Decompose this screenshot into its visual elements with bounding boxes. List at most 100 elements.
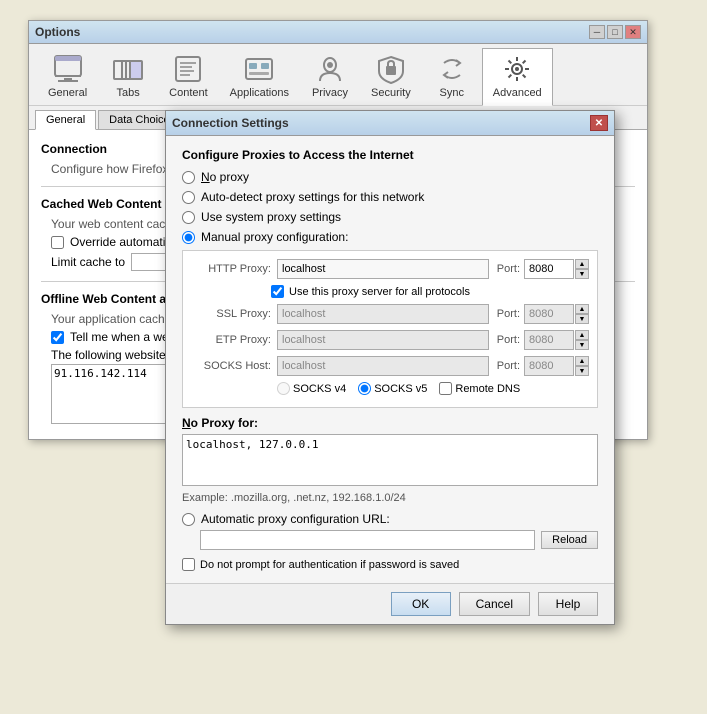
toolbar-advanced[interactable]: Advanced — [482, 48, 553, 106]
ssl-port-up: ▲ — [575, 304, 589, 314]
http-port-label: Port: — [497, 263, 520, 275]
close-button[interactable]: ✕ — [625, 25, 641, 39]
no-proxy-row: No proxy — [182, 170, 598, 184]
reload-button[interactable]: Reload — [541, 531, 598, 549]
socks-v5-radio — [358, 382, 371, 395]
example-text: Example: .mozilla.org, .net.nz, 192.168.… — [182, 492, 598, 504]
ftp-proxy-input — [277, 330, 489, 350]
http-proxy-label: HTTP Proxy: — [191, 263, 271, 275]
dialog-close-button[interactable]: ✕ — [590, 115, 608, 131]
http-port-input[interactable] — [524, 259, 574, 279]
socks-v5-label[interactable]: SOCKS v5 — [358, 382, 427, 395]
remote-dns-label[interactable]: Remote DNS — [439, 382, 520, 395]
options-toolbar: General Tabs — [29, 44, 647, 106]
ssl-port-label: Port: — [497, 308, 520, 320]
auto-proxy-row: Automatic proxy configuration URL: — [182, 512, 598, 526]
toolbar-security-label: Security — [371, 87, 411, 99]
dialog-title: Connection Settings — [172, 116, 289, 130]
toolbar-sync[interactable]: Sync — [422, 48, 482, 105]
system-proxy-radio[interactable] — [182, 211, 195, 224]
ssl-proxy-input — [277, 304, 489, 324]
ssl-proxy-row: SSL Proxy: Port: ▲ ▼ — [191, 304, 589, 324]
auto-proxy-label[interactable]: Automatic proxy configuration URL: — [201, 512, 390, 526]
ftp-proxy-row: ETP Proxy: Port: ▲ ▼ — [191, 330, 589, 350]
toolbar-content-label: Content — [169, 87, 208, 99]
dialog-titlebar: Connection Settings ✕ — [166, 111, 614, 136]
tabs-icon — [112, 53, 144, 85]
general-icon — [52, 53, 84, 85]
auto-detect-row: Auto-detect proxy settings for this netw… — [182, 190, 598, 204]
connection-settings-dialog: Connection Settings ✕ Configure Proxies … — [165, 110, 615, 625]
no-proxy-section: No Proxy for: localhost, 127.0.0.1 Examp… — [182, 416, 598, 504]
http-proxy-input[interactable] — [277, 259, 489, 279]
dialog-footer: OK Cancel Help — [166, 583, 614, 624]
toolbar-general[interactable]: General — [37, 48, 98, 105]
manual-proxy-section: HTTP Proxy: Port: ▲ ▼ Use this proxy ser… — [182, 250, 598, 408]
toolbar-advanced-label: Advanced — [493, 87, 542, 99]
security-icon — [375, 53, 407, 85]
options-titlebar: Options ─ □ ✕ — [29, 21, 647, 44]
override-checkbox[interactable] — [51, 236, 64, 249]
auto-detect-radio[interactable] — [182, 191, 195, 204]
socks-v4-radio — [277, 382, 290, 395]
manual-proxy-radio[interactable] — [182, 231, 195, 244]
ftp-proxy-label: ETP Proxy: — [191, 334, 271, 346]
toolbar-privacy-label: Privacy — [312, 87, 348, 99]
toolbar-tabs-label: Tabs — [117, 87, 140, 99]
no-proxy-textarea[interactable]: localhost, 127.0.0.1 — [182, 434, 598, 486]
ssl-port-down: ▼ — [575, 314, 589, 324]
ftp-port-input — [524, 330, 574, 350]
tab-general[interactable]: General — [35, 110, 96, 130]
use-for-all-row: Use this proxy server for all protocols — [271, 285, 589, 298]
cancel-button[interactable]: Cancel — [459, 592, 530, 616]
content-icon — [172, 53, 204, 85]
toolbar-applications[interactable]: Applications — [219, 48, 300, 105]
socks-port-spinner: ▲ ▼ — [575, 356, 589, 376]
ftp-port-spinner: ▲ ▼ — [575, 330, 589, 350]
socks-host-input — [277, 356, 489, 376]
toolbar-content[interactable]: Content — [158, 48, 219, 105]
ftp-port-up: ▲ — [575, 330, 589, 340]
minimize-button[interactable]: ─ — [589, 25, 605, 39]
options-title: Options — [35, 25, 80, 39]
ftp-port-label: Port: — [497, 334, 520, 346]
sync-icon — [436, 53, 468, 85]
socks-host-label: SOCKS Host: — [191, 360, 271, 372]
help-button[interactable]: Help — [538, 592, 598, 616]
socks-port-input — [524, 356, 574, 376]
http-proxy-row: HTTP Proxy: Port: ▲ ▼ — [191, 259, 589, 279]
titlebar-controls: ─ □ ✕ — [589, 25, 641, 39]
manual-proxy-label[interactable]: Manual proxy configuration: — [201, 230, 348, 244]
system-proxy-label[interactable]: Use system proxy settings — [201, 210, 341, 224]
manual-proxy-row: Manual proxy configuration: — [182, 230, 598, 244]
http-port-spinner[interactable]: ▲ ▼ — [575, 259, 589, 279]
maximize-button[interactable]: □ — [607, 25, 623, 39]
ssl-port-input — [524, 304, 574, 324]
no-proxy-label[interactable]: No proxy — [201, 170, 249, 184]
no-proxy-radio[interactable] — [182, 171, 195, 184]
auto-detect-label[interactable]: Auto-detect proxy settings for this netw… — [201, 190, 424, 204]
use-for-all-label[interactable]: Use this proxy server for all protocols — [289, 286, 470, 298]
dialog-body: Configure Proxies to Access the Internet… — [166, 136, 614, 583]
use-for-all-checkbox[interactable] — [271, 285, 284, 298]
auth-label[interactable]: Do not prompt for authentication if pass… — [200, 559, 459, 571]
toolbar-security[interactable]: Security — [360, 48, 422, 105]
remote-dns-checkbox — [439, 382, 452, 395]
auto-proxy-radio[interactable] — [182, 513, 195, 526]
socks-v4-label[interactable]: SOCKS v4 — [277, 382, 346, 395]
toolbar-privacy[interactable]: Privacy — [300, 48, 360, 105]
http-port-down[interactable]: ▼ — [575, 269, 589, 279]
auto-proxy-url-input[interactable] — [200, 530, 535, 550]
advanced-icon — [501, 53, 533, 85]
limit-cache-label: Limit cache to — [51, 255, 125, 269]
system-proxy-row: Use system proxy settings — [182, 210, 598, 224]
toolbar-general-label: General — [48, 87, 87, 99]
socks-port-up: ▲ — [575, 356, 589, 366]
http-port-up[interactable]: ▲ — [575, 259, 589, 269]
auth-row: Do not prompt for authentication if pass… — [182, 558, 598, 571]
toolbar-tabs[interactable]: Tabs — [98, 48, 158, 105]
ok-button[interactable]: OK — [391, 592, 451, 616]
tellme-checkbox[interactable] — [51, 331, 64, 344]
auth-checkbox[interactable] — [182, 558, 195, 571]
ssl-proxy-label: SSL Proxy: — [191, 308, 271, 320]
